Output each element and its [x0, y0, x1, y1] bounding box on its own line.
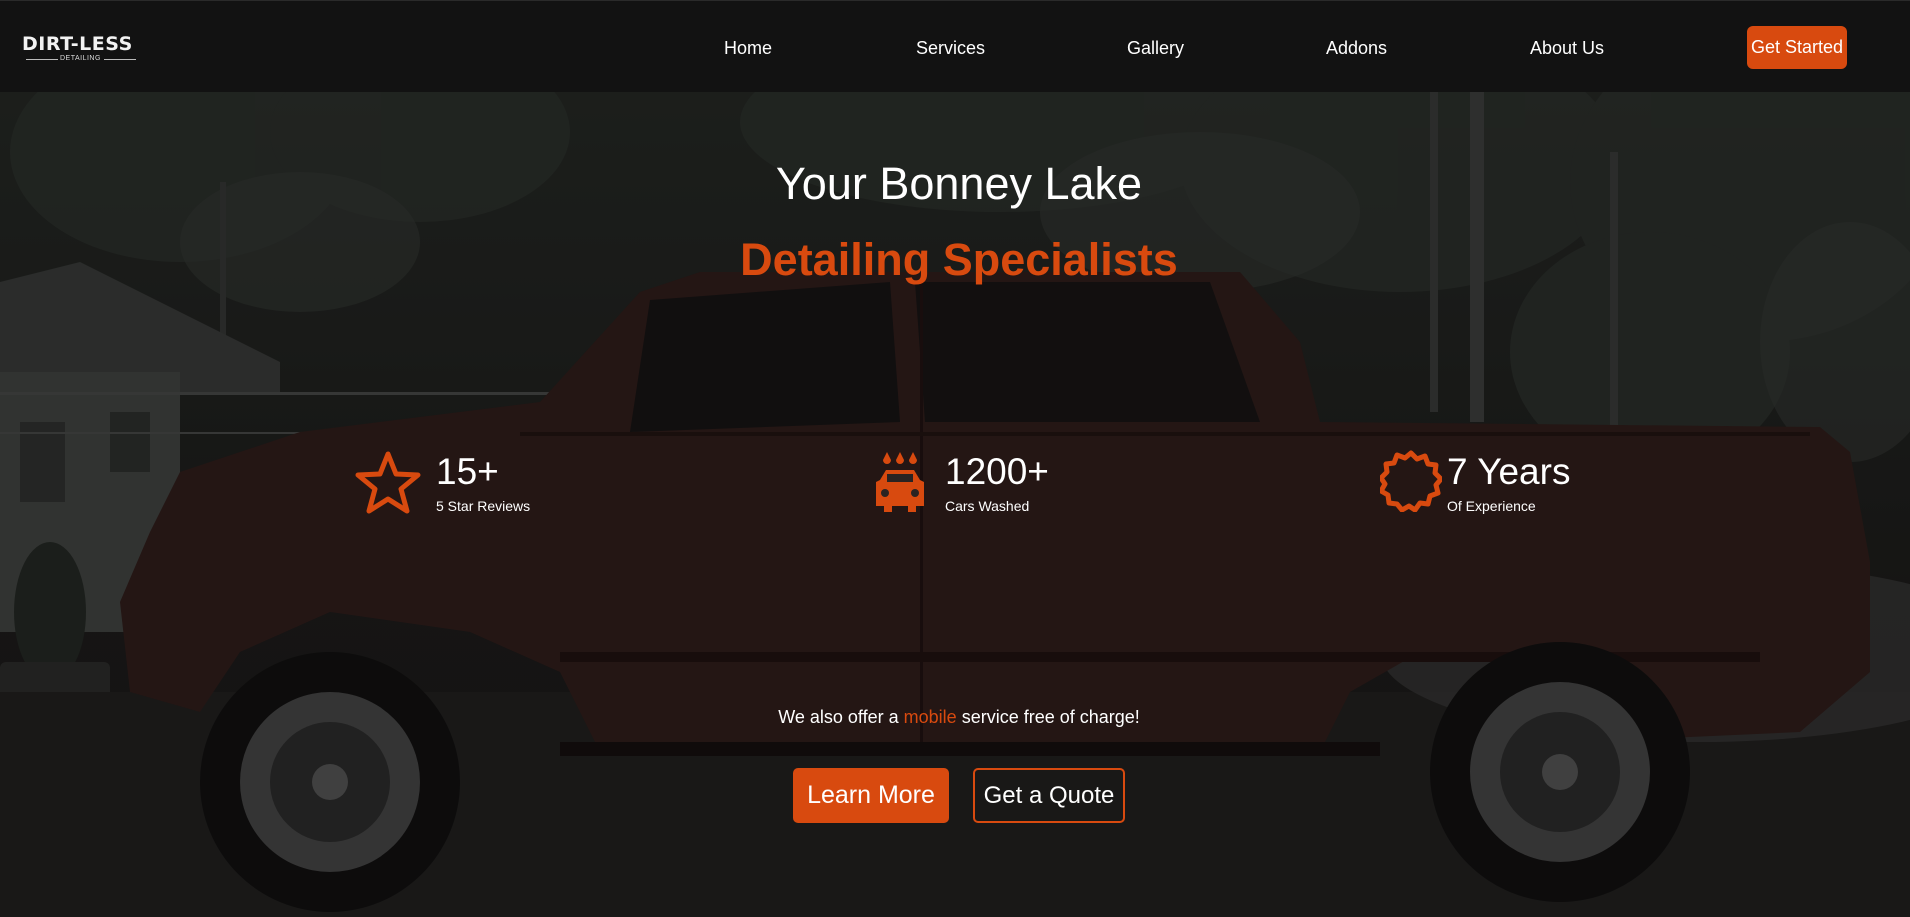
badge-icon: [1380, 450, 1442, 512]
brand-name: DIRT-LESS: [22, 33, 133, 55]
logo-divider-right: [104, 59, 136, 60]
logo-divider-left: [26, 59, 58, 60]
nav-addons[interactable]: Addons: [1326, 37, 1387, 59]
star-icon: [355, 451, 421, 514]
nav-services[interactable]: Services: [916, 37, 985, 59]
mobile-note-before: We also offer a: [778, 707, 899, 727]
stat-label: Of Experience: [1447, 498, 1536, 514]
hero-section: Your Bonney Lake Detailing Specialists 1…: [0, 92, 1910, 917]
brand-tagline: DETAILING: [60, 55, 101, 62]
nav-about-us[interactable]: About Us: [1530, 37, 1604, 59]
get-a-quote-button[interactable]: Get a Quote: [973, 768, 1125, 823]
nav-home[interactable]: Home: [724, 37, 772, 59]
hero-subtitle: Detailing Specialists: [740, 234, 1178, 285]
hero-title: Your Bonney Lake: [775, 158, 1143, 209]
mobile-note-highlight: mobile: [903, 707, 957, 727]
stat-label: Cars Washed: [945, 498, 1030, 514]
mobile-note-after: service free of charge!: [961, 707, 1140, 727]
brand-logo[interactable]: DIRT-LESS DETAILING: [22, 34, 140, 64]
stat-label: 5 Star Reviews: [436, 498, 531, 514]
get-started-button[interactable]: Get Started: [1747, 26, 1847, 69]
learn-more-button[interactable]: Learn More: [793, 768, 949, 823]
stat-value: 1200+: [945, 451, 1049, 492]
car-wash-icon: [876, 452, 924, 512]
stat-value: 7 Years: [1447, 451, 1571, 492]
site-header: DIRT-LESS DETAILING Home Services Galler…: [0, 0, 1910, 92]
stat-value: 15+: [436, 451, 499, 492]
mobile-service-note: We also offer a mobile service free of c…: [0, 707, 1910, 728]
nav-gallery[interactable]: Gallery: [1127, 37, 1184, 59]
